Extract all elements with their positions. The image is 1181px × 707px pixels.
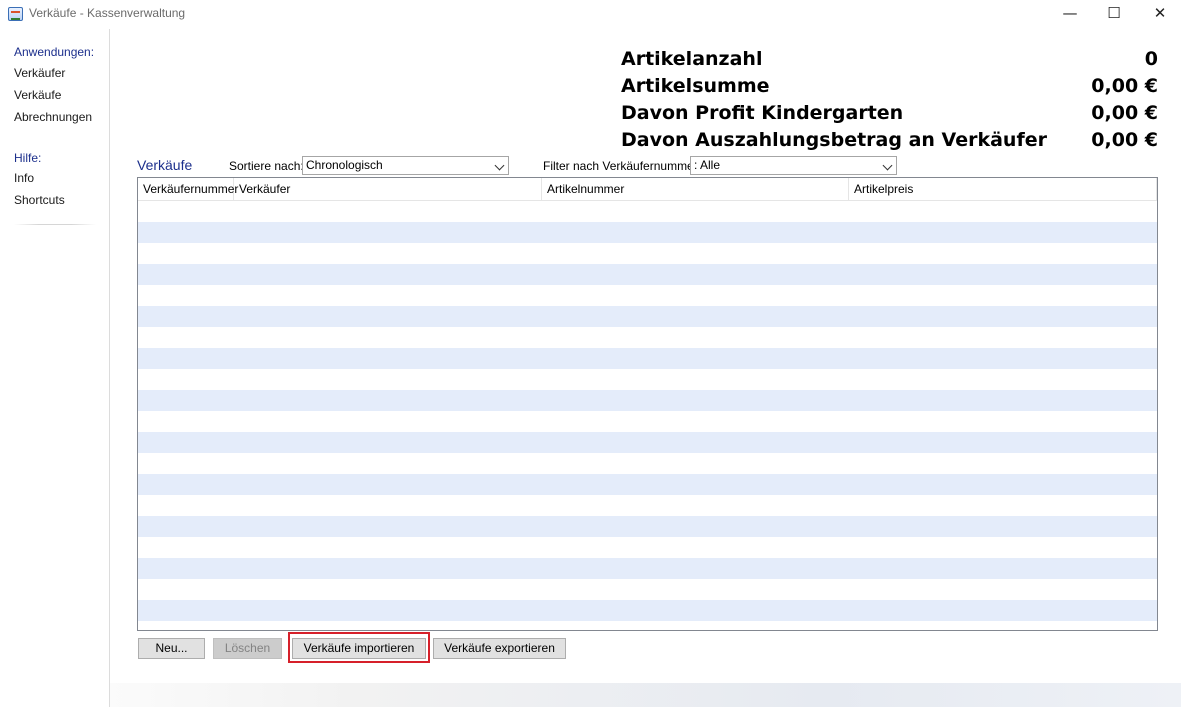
filter-label: Filter nach Verkäufernummer: — [543, 159, 702, 173]
window-title: Verkäufe - Kassenverwaltung — [29, 6, 186, 20]
seller-filter-dropdown[interactable]: : Alle — [690, 156, 897, 175]
summary-article-count: Artikelanzahl 0 — [621, 48, 1158, 72]
sales-section-title: Verkäufe — [137, 157, 193, 173]
summary-value: 0,00 € — [1091, 102, 1158, 124]
sort-value: Chronologisch — [306, 158, 383, 172]
sidebar-divider — [14, 224, 96, 225]
chevron-down-icon — [882, 160, 893, 171]
column-header-article-number[interactable]: Artikelnummer — [542, 178, 849, 201]
table-row — [138, 600, 1157, 621]
table-row — [138, 264, 1157, 285]
sort-dropdown[interactable]: Chronologisch — [302, 156, 509, 175]
sidebar-bottom — [0, 683, 110, 707]
column-header-article-price[interactable]: Artikelpreis — [849, 178, 1157, 201]
summary-profit: Davon Profit Kindergarten 0,00 € — [621, 102, 1158, 126]
help-heading: Hilfe: — [14, 151, 42, 165]
table-row — [138, 537, 1157, 558]
table-row — [138, 390, 1157, 411]
table-row — [138, 579, 1157, 600]
app-icon — [8, 7, 23, 21]
table-row — [138, 432, 1157, 453]
filter-value: : Alle — [694, 158, 721, 172]
table-row — [138, 285, 1157, 306]
table-row — [138, 348, 1157, 369]
chevron-down-icon — [494, 160, 505, 171]
maximize-button[interactable]: ☐ — [1091, 0, 1137, 29]
table-row — [138, 558, 1157, 579]
window-bottom-edge — [0, 683, 1181, 707]
delete-button[interactable]: Löschen — [213, 638, 282, 659]
summary-value: 0,00 € — [1091, 129, 1158, 151]
minimize-button[interactable]: — — [1047, 0, 1093, 29]
table-row — [138, 495, 1157, 516]
sales-table[interactable]: Verkäufernummer Verkäufer Artikelnummer … — [137, 177, 1158, 631]
column-header-seller-number[interactable]: Verkäufernummer — [138, 178, 238, 201]
table-row — [138, 621, 1157, 630]
table-row — [138, 327, 1157, 348]
table-rows — [138, 201, 1157, 630]
close-button[interactable]: ✕ — [1137, 0, 1181, 29]
sidebar-item-verkaeufe[interactable]: Verkäufe — [14, 88, 61, 102]
table-header: Verkäufernummer Verkäufer Artikelnummer … — [138, 178, 1157, 201]
sidebar-item-abrechnungen[interactable]: Abrechnungen — [14, 110, 92, 124]
table-row — [138, 369, 1157, 390]
table-row — [138, 201, 1157, 222]
sidebar: Anwendungen: Verkäufer Verkäufe Abrechnu… — [0, 29, 110, 683]
import-sales-button[interactable]: Verkäufe importieren — [292, 638, 426, 659]
table-row — [138, 453, 1157, 474]
sidebar-item-shortcuts[interactable]: Shortcuts — [14, 193, 65, 207]
table-row — [138, 411, 1157, 432]
table-row — [138, 306, 1157, 327]
summary-label: Davon Auszahlungsbetrag an Verkäufer — [621, 129, 1047, 151]
table-row — [138, 474, 1157, 495]
summary-value: 0 — [1144, 48, 1158, 70]
title-bar: Verkäufe - Kassenverwaltung — ☐ ✕ — [0, 0, 1181, 29]
new-button[interactable]: Neu... — [138, 638, 205, 659]
summary-payout: Davon Auszahlungsbetrag an Verkäufer 0,0… — [621, 129, 1158, 153]
sidebar-item-verkaeufer[interactable]: Verkäufer — [14, 66, 65, 80]
table-row — [138, 222, 1157, 243]
column-header-seller[interactable]: Verkäufer — [234, 178, 542, 201]
table-row — [138, 516, 1157, 537]
sort-label: Sortiere nach: — [229, 159, 304, 173]
sidebar-item-info[interactable]: Info — [14, 171, 34, 185]
summary-label: Artikelsumme — [621, 75, 770, 97]
applications-heading: Anwendungen: — [14, 45, 95, 59]
export-sales-button[interactable]: Verkäufe exportieren — [433, 638, 566, 659]
summary-value: 0,00 € — [1091, 75, 1158, 97]
summary-label: Davon Profit Kindergarten — [621, 102, 904, 124]
summary-article-sum: Artikelsumme 0,00 € — [621, 75, 1158, 99]
summary-label: Artikelanzahl — [621, 48, 763, 70]
table-row — [138, 243, 1157, 264]
